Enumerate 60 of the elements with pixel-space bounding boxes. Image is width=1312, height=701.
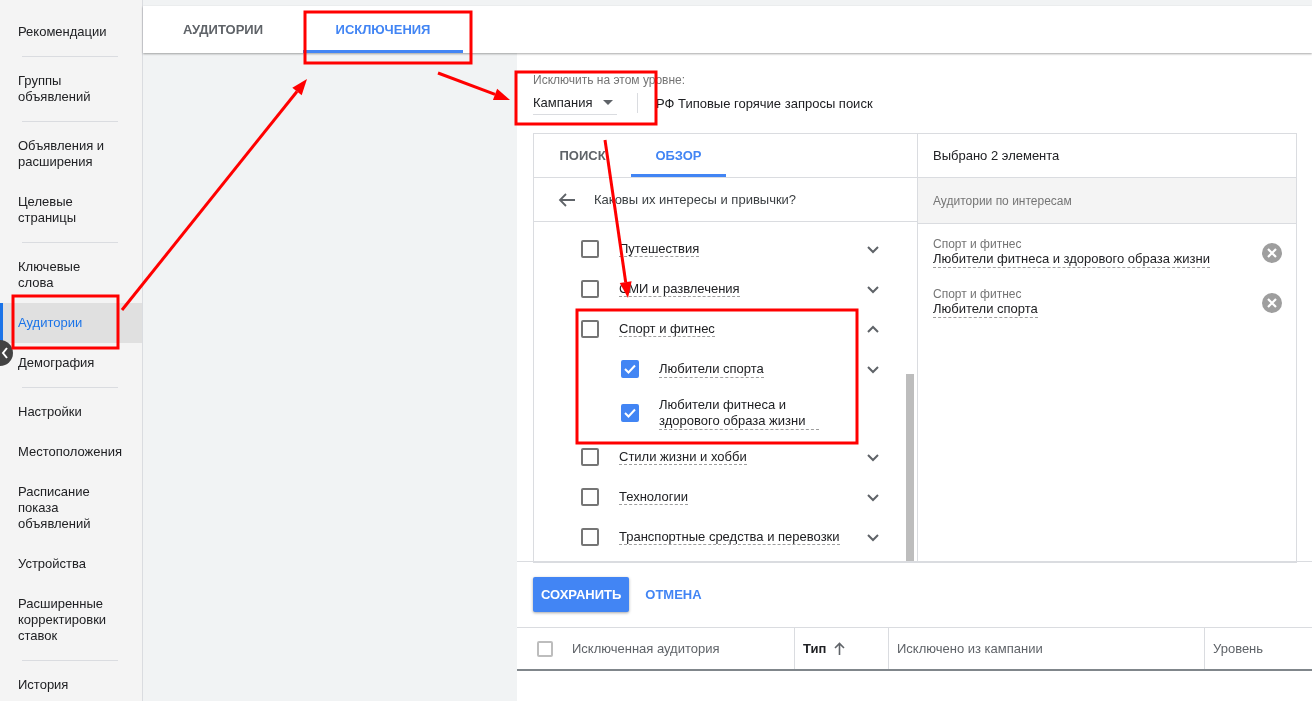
sidebar-item[interactable]: Расширенные корректировки ставок [15,584,142,656]
column-header[interactable]: Уровень [1213,641,1264,656]
audience-label: Любители спорта [933,301,1038,318]
chevron-up-icon[interactable] [866,323,880,335]
checkbox[interactable] [581,240,599,258]
sidebar-item[interactable]: Ключевые слова [15,247,142,303]
chevron-down-icon[interactable] [866,531,880,543]
category-label[interactable]: Спорт и фитнес [619,321,715,337]
sidebar-item[interactable]: Устройства [15,544,142,584]
checkbox[interactable] [581,528,599,546]
checkbox[interactable] [581,280,599,298]
category-label[interactable]: Стили жизни и хобби [619,449,747,465]
checkbox[interactable] [581,488,599,506]
check-icon [624,408,636,418]
sidebar-item[interactable]: Целевые страницы [15,182,142,238]
check-icon [624,364,636,374]
tab[interactable]: ПОИСК [534,134,631,177]
sort-arrow-icon[interactable] [834,642,846,655]
category-label: Спорт и фитнес [933,237,1023,251]
caret-icon [602,100,613,105]
sidebar-item[interactable]: Расписание показа объявлений [15,472,142,544]
sidebar-item[interactable]: Демография [15,343,142,383]
level-dropdown[interactable]: Кампания [533,91,617,115]
chevron-down-icon[interactable] [866,243,880,255]
checkbox[interactable] [581,320,599,338]
sidebar-item[interactable]: Аудитории [0,303,142,343]
column-header[interactable]: Исключено из кампании [897,641,1043,656]
remove-icon[interactable] [1262,292,1282,313]
sidebar-item[interactable]: Местоположения [15,432,142,472]
category-label: Спорт и фитнес [933,287,1023,301]
audience-label: Любители фитнеса и здорового образа жизни [933,251,1210,268]
category-label[interactable]: Транспортные средства и перевозки [619,529,840,545]
checkbox[interactable] [537,640,553,657]
chevron-down-icon[interactable] [866,491,880,503]
collapse-button[interactable] [0,340,14,366]
chevron-down-icon[interactable] [866,363,880,375]
tab[interactable]: ОБЗОР [631,134,726,177]
checkbox[interactable] [621,404,639,422]
remove-icon[interactable] [1262,242,1282,263]
cancel-link[interactable]: ОТМЕНА [645,587,702,602]
tab[interactable]: АУДИТОРИИ [143,6,303,53]
chevron-down-icon[interactable] [866,283,880,295]
category-label[interactable]: Технологии [619,489,688,505]
checkbox[interactable] [581,448,599,466]
back-arrow-icon[interactable] [558,192,576,207]
column-header[interactable]: Тип [803,641,827,656]
sidebar-item[interactable]: Настройки [15,392,142,432]
category-label[interactable]: Любители спорта [659,360,764,378]
column-header[interactable]: Исключенная аудитория [572,641,720,656]
sidebar-item[interactable]: История [15,665,142,701]
chevron-down-icon[interactable] [866,451,880,463]
sidebar-item[interactable]: Группы объявлений [15,61,142,117]
save-button[interactable]: СОХРАНИТЬ [533,577,630,612]
sidebar-item[interactable]: Рекомендации [15,12,142,52]
category-label[interactable]: Любители фитнеса и здорового образа жизни [659,396,819,430]
group-header: Аудитории по интересам [918,178,1296,224]
scrollbar-thumb[interactable] [906,374,914,562]
checkbox[interactable] [621,360,639,378]
selection-count: Выбрано 2 элемента [933,148,1060,163]
sidebar-item[interactable]: Объявления и расширения [15,126,142,182]
